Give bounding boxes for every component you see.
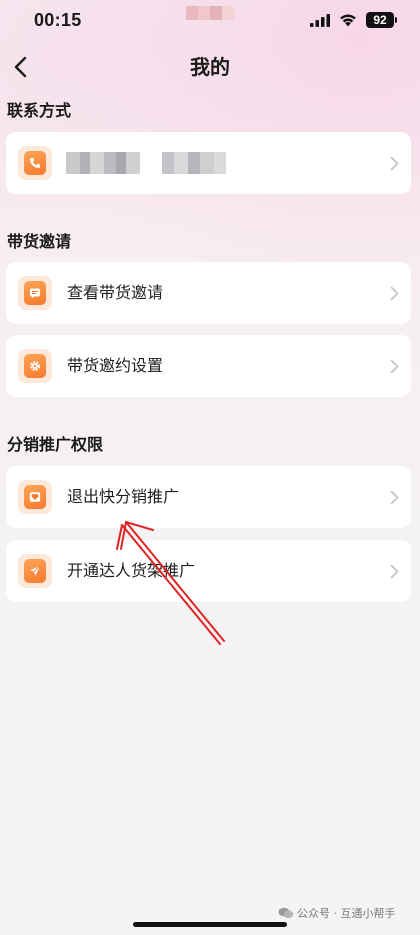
send-icon (30, 565, 41, 576)
chevron-right-icon (390, 359, 399, 374)
section-title-invitations: 带货邀请 (7, 232, 72, 251)
chevron-right-icon (390, 490, 399, 505)
battery-indicator: 92 (366, 12, 394, 28)
settings-icon-badge (18, 349, 52, 383)
invitation-settings-item[interactable]: 带货邀约设置 (6, 335, 411, 397)
section-title-distribution: 分销推广权限 (7, 435, 104, 454)
chevron-right-icon (390, 286, 399, 301)
chevron-right-icon (390, 564, 399, 579)
contact-info-item[interactable] (6, 132, 411, 194)
open-talent-shelf-item[interactable]: 开通达人货架推广 (6, 540, 411, 602)
watermark: 公众号 · 互通小帮手 (278, 905, 396, 921)
cellular-signal-icon (310, 14, 330, 27)
section-title-contact: 联系方式 (7, 101, 72, 120)
watermark-text: 公众号 · 互通小帮手 (297, 907, 396, 920)
status-redacted-block (186, 6, 234, 20)
message-icon (30, 288, 40, 299)
send-icon-badge (18, 554, 52, 588)
phone-icon (29, 158, 41, 169)
home-indicator[interactable] (133, 922, 287, 927)
exit-distribution-label: 退出快分销推广 (67, 487, 180, 506)
contact-redacted-value (66, 152, 226, 174)
wifi-icon (340, 14, 356, 27)
heart-icon-badge (18, 480, 52, 514)
status-bar: 00:15 92 (0, 0, 420, 44)
phone-icon-badge (18, 146, 52, 180)
page-title: 我的 (190, 55, 230, 79)
invitation-settings-label: 带货邀约设置 (67, 356, 164, 375)
view-invitations-label: 查看带货邀请 (67, 283, 164, 302)
view-invitations-item[interactable]: 查看带货邀请 (6, 262, 411, 324)
message-icon-badge (18, 276, 52, 310)
settings-icon (30, 361, 40, 371)
chevron-right-icon (390, 156, 399, 171)
battery-cap (395, 17, 397, 23)
heart-icon (29, 492, 41, 502)
wechat-icon (278, 907, 294, 919)
open-talent-shelf-label: 开通达人货架推广 (67, 561, 196, 580)
exit-distribution-item[interactable]: 退出快分销推广 (6, 466, 411, 528)
status-time: 00:15 (34, 10, 82, 30)
